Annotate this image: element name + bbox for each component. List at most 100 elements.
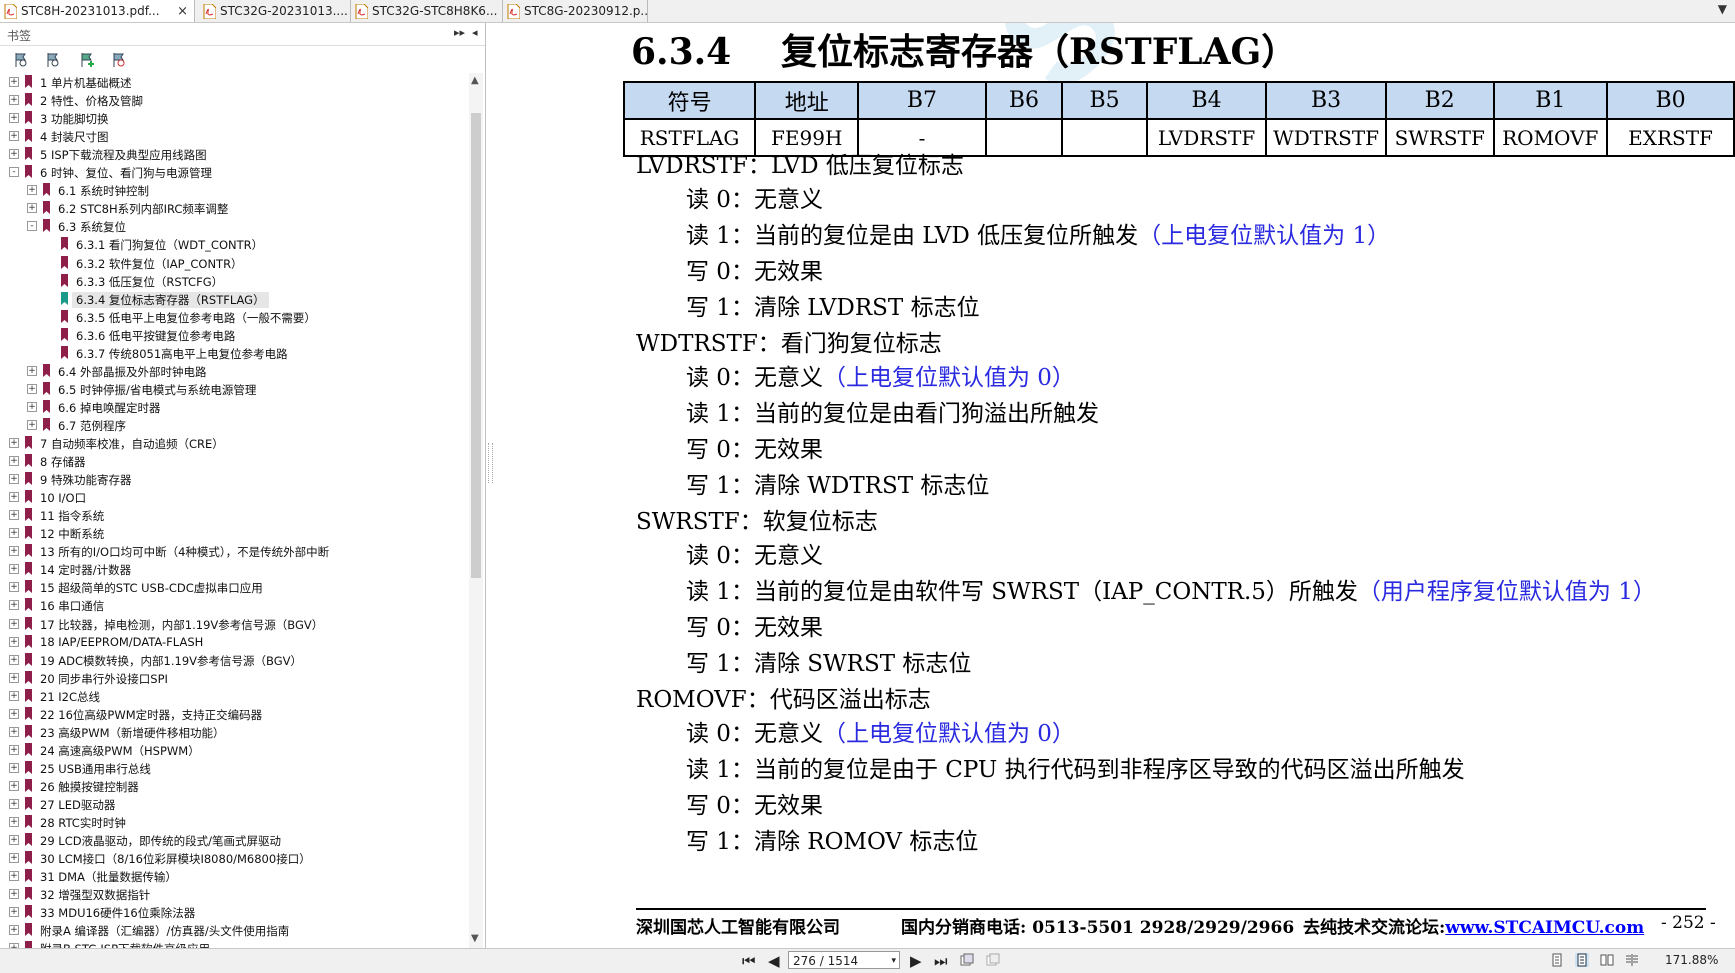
- expand-node-icon[interactable]: +: [9, 817, 19, 828]
- bookmark-item[interactable]: 6.3.2 软件复位（IAP_CONTR）: [0, 254, 470, 272]
- scroll-down-icon[interactable]: ▼: [471, 933, 479, 944]
- expand-node-icon[interactable]: +: [9, 510, 19, 521]
- continuous-view-icon[interactable]: [1575, 953, 1589, 967]
- expand-node-icon[interactable]: +: [9, 474, 19, 485]
- expand-node-icon[interactable]: +: [9, 131, 19, 142]
- bookmark-item[interactable]: +17 比较器，掉电检测，内部1.19V参考信号源（BGV）: [0, 615, 470, 633]
- expand-node-icon[interactable]: +: [9, 907, 19, 918]
- single-page-view-icon[interactable]: [1550, 953, 1564, 967]
- expand-node-icon[interactable]: +: [9, 690, 19, 701]
- bookmark-item[interactable]: +10 I/O口: [0, 488, 470, 506]
- last-page-button[interactable]: ⏭: [934, 952, 948, 970]
- expand-node-icon[interactable]: +: [9, 744, 19, 755]
- forward-history-icon[interactable]: [986, 953, 1000, 967]
- bookmark-item[interactable]: +3 功能脚切换: [0, 109, 470, 127]
- zoom-level[interactable]: 171.88%: [1665, 953, 1718, 967]
- find-bookmark-icon[interactable]: [110, 51, 128, 69]
- bookmark-item[interactable]: 6.3.3 低压复位（RSTCFG）: [0, 272, 470, 290]
- expand-node-icon[interactable]: +: [9, 654, 19, 665]
- bookmark-item[interactable]: +12 中断系统: [0, 524, 470, 542]
- expand-node-icon[interactable]: +: [9, 492, 19, 503]
- expand-node-icon[interactable]: +: [9, 780, 19, 791]
- bookmark-item[interactable]: +18 IAP/EEPROM/DATA-FLASH: [0, 633, 470, 651]
- continuous-two-page-view-icon[interactable]: [1625, 953, 1639, 967]
- bookmark-item[interactable]: 6.3.6 低电平按键复位参考电路: [0, 326, 470, 344]
- previous-page-button[interactable]: ◀: [768, 952, 780, 970]
- expand-node-icon[interactable]: +: [9, 600, 19, 611]
- expand-node-icon[interactable]: +: [9, 582, 19, 593]
- bookmark-item[interactable]: +31 DMA（批量数据传输）: [0, 867, 470, 885]
- bookmark-item[interactable]: +11 指令系统: [0, 506, 470, 524]
- expand-node-icon[interactable]: +: [9, 889, 19, 900]
- bookmark-item[interactable]: +7 自动频率校准，自动追频（CRE）: [0, 434, 470, 452]
- bookmark-item[interactable]: +33 MDU16硬件16位乘除法器: [0, 903, 470, 921]
- bookmark-item[interactable]: - 6 时钟、复位、看门狗与电源管理: [0, 163, 470, 181]
- bookmark-item[interactable]: +8 存储器: [0, 452, 470, 470]
- bookmark-item[interactable]: +4 封装尺寸图: [0, 127, 470, 145]
- expand-node-icon[interactable]: +: [9, 853, 19, 864]
- bookmark-item[interactable]: +27 LED驱动器: [0, 795, 470, 813]
- bookmark-item[interactable]: +30 LCM接口（8/16位彩屏模块I8080/M6800接口）: [0, 849, 470, 867]
- expand-node-icon[interactable]: +: [9, 762, 19, 773]
- expand-node-icon[interactable]: +: [27, 185, 37, 196]
- bookmark-item[interactable]: 6.3.4 复位标志寄存器（RSTFLAG）: [0, 290, 470, 308]
- expand-node-icon[interactable]: +: [9, 636, 19, 647]
- bookmark-item[interactable]: +9 特殊功能寄存器: [0, 470, 470, 488]
- bookmark-item[interactable]: + 附录A 编译器（汇编器）/仿真器/头文件使用指南: [0, 921, 470, 939]
- bookmark-item[interactable]: +6.2 STC8H系列内部IRC频率调整: [0, 199, 470, 217]
- bookmark-item[interactable]: +5 ISP下载流程及典型应用线路图: [0, 145, 470, 163]
- bookmark-item[interactable]: 6.3.1 看门狗复位（WDT_CONTR）: [0, 235, 470, 253]
- expand-node-icon[interactable]: +: [9, 799, 19, 809]
- expand-node-icon[interactable]: +: [9, 672, 19, 683]
- expand-node-icon[interactable]: +: [9, 708, 19, 719]
- bookmark-item[interactable]: +19 ADC模数转换，内部1.19V参考信号源（BGV）: [0, 651, 470, 669]
- expand-node-icon[interactable]: +: [9, 77, 19, 87]
- expand-node-icon[interactable]: +: [9, 456, 19, 467]
- bookmark-item[interactable]: +1 单片机基础概述: [0, 73, 470, 91]
- bookmark-item[interactable]: +23 高级PWM（新增硬件移相功能）: [0, 723, 470, 741]
- bookmark-item[interactable]: +14 定时器/计数器: [0, 560, 470, 578]
- sidebar-scroll-thumb[interactable]: [471, 113, 481, 578]
- bookmark-item[interactable]: +29 LCD液晶驱动，即传统的段式/笔画式屏驱动: [0, 831, 470, 849]
- sidebar-collapse-icon[interactable]: ◂: [472, 26, 478, 39]
- bookmark-item[interactable]: +28 RTC实时时钟: [0, 813, 470, 831]
- bookmark-item[interactable]: 6.3.7 传统8051高电平上电复位参考电路: [0, 344, 470, 362]
- bookmark-item[interactable]: +22 16位高级PWM定时器，支持正交编码器: [0, 705, 470, 723]
- expand-node-icon[interactable]: +: [9, 726, 19, 737]
- tab-stc32g[interactable]: STC32G-20231013....: [199, 0, 351, 22]
- first-page-button[interactable]: ⏮: [742, 952, 756, 970]
- bookmark-item[interactable]: +21 I2C总线: [0, 687, 470, 705]
- expand-node-icon[interactable]: +: [9, 835, 19, 846]
- bookmark-item[interactable]: 6.3.5 低电平上电复位参考电路（一般不需要）: [0, 308, 470, 326]
- expand-node-icon[interactable]: +: [9, 149, 19, 160]
- bookmark-item[interactable]: +15 超级简单的STC USB-CDC虚拟串口应用: [0, 578, 470, 596]
- scroll-up-icon[interactable]: ▲: [471, 75, 479, 86]
- two-page-view-icon[interactable]: [1600, 953, 1614, 967]
- expand-node-icon[interactable]: +: [27, 401, 37, 412]
- tab-stc32g-stc8h8k6[interactable]: STC32G-STC8H8K6...: [351, 0, 503, 22]
- expand-node-icon[interactable]: +: [27, 383, 37, 394]
- bookmark-item[interactable]: +6.4 外部晶振及外部时钟电路: [0, 362, 470, 380]
- bookmark-item[interactable]: +6.5 时钟停振/省电模式与系统电源管理: [0, 380, 470, 398]
- expand-node-icon[interactable]: +: [9, 618, 19, 629]
- bookmark-item[interactable]: +附录B STC-ISP下载软件高级应用: [0, 939, 470, 948]
- expand-node-icon[interactable]: +: [9, 871, 19, 882]
- next-page-button[interactable]: ▶: [910, 952, 922, 970]
- expand-node-icon[interactable]: +: [9, 95, 19, 106]
- expand-node-icon[interactable]: +: [9, 528, 19, 539]
- expand-node-icon[interactable]: +: [9, 925, 19, 936]
- bookmark-item[interactable]: +25 USB通用串行总线: [0, 759, 470, 777]
- back-history-icon[interactable]: [960, 953, 974, 967]
- bookmark-item[interactable]: +2 特性、价格及管脚: [0, 91, 470, 109]
- bookmark-item[interactable]: - 6.3 系统复位: [0, 217, 470, 235]
- bookmark-item[interactable]: +24 高速高级PWM（HSPWM）: [0, 741, 470, 759]
- page-dropdown-icon[interactable]: ▾: [891, 952, 896, 970]
- expand-node-icon[interactable]: +: [9, 113, 19, 124]
- bookmark-item[interactable]: +16 串口通信: [0, 596, 470, 614]
- expand-node-icon[interactable]: +: [27, 419, 37, 430]
- collapse-node-icon[interactable]: -: [9, 167, 19, 178]
- expand-node-icon[interactable]: +: [27, 203, 37, 214]
- collapse-all-bookmarks-icon[interactable]: [44, 51, 62, 69]
- expand-node-icon[interactable]: +: [27, 365, 37, 376]
- expand-all-bookmarks-icon[interactable]: [12, 51, 30, 69]
